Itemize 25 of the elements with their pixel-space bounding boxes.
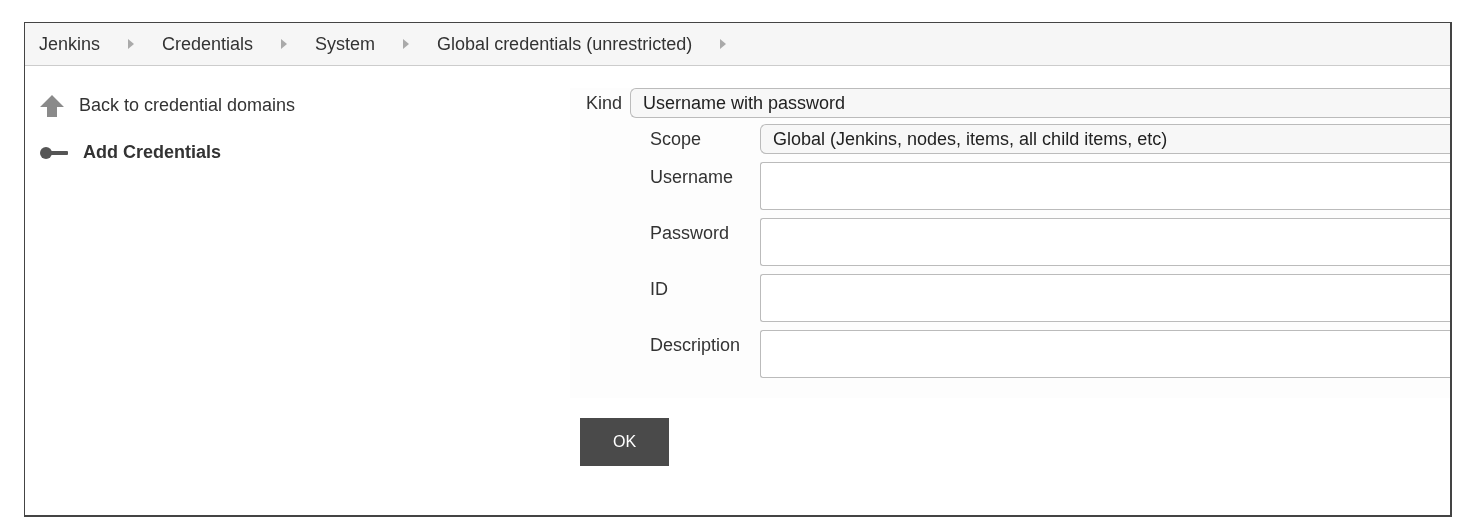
text-field[interactable] bbox=[760, 274, 1450, 322]
ok-button[interactable]: OK bbox=[580, 418, 669, 466]
chevron-icon[interactable] bbox=[720, 39, 727, 49]
chevron-icon[interactable] bbox=[281, 39, 288, 49]
field-label: Password bbox=[650, 222, 731, 245]
text-field[interactable] bbox=[760, 162, 1450, 210]
breadcrumb-link[interactable]: Credentials bbox=[162, 30, 254, 58]
field-label: Kind bbox=[586, 92, 623, 115]
field-label: Description bbox=[650, 334, 742, 357]
chevron-icon[interactable] bbox=[403, 39, 410, 49]
key-icon bbox=[39, 144, 69, 161]
text-field[interactable] bbox=[760, 218, 1450, 266]
scope-select[interactable]: Global (Jenkins, nodes, items, all child items, etc) bbox=[760, 124, 1450, 154]
breadcrumb-link[interactable]: Global credentials (unrestricted) bbox=[437, 30, 693, 58]
kind-select[interactable]: Username with password bbox=[630, 88, 1450, 118]
text-field[interactable] bbox=[760, 330, 1450, 378]
breadcrumb-link[interactable]: Jenkins bbox=[39, 30, 101, 58]
field-label: ID bbox=[650, 278, 669, 301]
sidebar-link[interactable]: Back to credential domains bbox=[39, 92, 570, 119]
up-arrow-icon bbox=[39, 92, 65, 119]
field-label: Username bbox=[650, 166, 735, 189]
sidebar-link[interactable]: Add Credentials bbox=[39, 139, 570, 166]
field-label: Scope bbox=[650, 128, 703, 151]
breadcrumb-link[interactable]: System bbox=[315, 30, 376, 58]
chevron-icon[interactable] bbox=[128, 39, 135, 49]
